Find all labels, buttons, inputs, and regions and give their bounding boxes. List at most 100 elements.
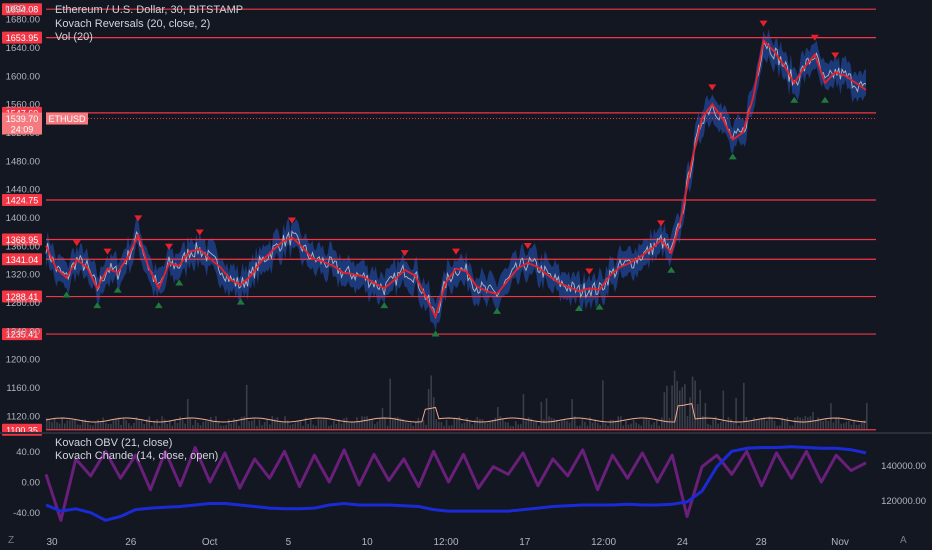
volume-bar — [356, 417, 358, 430]
volume-bar — [784, 420, 786, 430]
price-tick-label: 1560.00 — [6, 100, 40, 111]
volume-bar — [748, 420, 750, 430]
zoom-toggle[interactable]: Z — [8, 535, 14, 546]
price-tick-label: 1240.00 — [6, 326, 40, 337]
volume-bar — [666, 385, 668, 430]
volume-bar — [107, 423, 110, 430]
volume-bar — [525, 420, 527, 430]
volume-bar — [230, 423, 233, 430]
volume-bar — [730, 418, 732, 430]
volume-bar — [522, 394, 525, 430]
volume-bar — [617, 416, 620, 430]
volume-bar — [535, 422, 538, 430]
volume-bar — [832, 422, 835, 430]
price-tick-label: 1640.00 — [6, 43, 40, 54]
volume-bar — [166, 423, 169, 430]
volume-bar — [819, 420, 822, 430]
volume-bar — [243, 416, 245, 430]
volume-bar — [804, 416, 807, 430]
volume-bar — [427, 389, 430, 430]
volume-bar — [161, 416, 163, 430]
volume-bar — [558, 422, 561, 430]
volume-bar — [630, 423, 632, 430]
indicator-reversals-label[interactable]: Kovach Reversals (20, close, 2) — [55, 18, 210, 30]
volume-bar — [727, 416, 730, 430]
chart-canvas[interactable]: 1694.081653.951547.691424.751368.951341.… — [0, 0, 932, 550]
volume-bar — [637, 424, 640, 430]
auto-scale-toggle[interactable]: A — [900, 535, 907, 546]
volume-bar — [276, 417, 279, 430]
indicator-volume-label[interactable]: Vol (20) — [55, 31, 93, 43]
indicator-obv-label[interactable]: Kovach OBV (21, close) — [55, 437, 172, 449]
volume-bar — [786, 417, 789, 430]
volume-bar — [545, 398, 548, 430]
volume-bar — [684, 384, 686, 430]
volume-bar — [866, 402, 868, 430]
volume-bar — [809, 416, 812, 430]
volume-bar — [110, 424, 112, 430]
volume-bar — [712, 419, 714, 430]
volume-bar — [112, 420, 115, 430]
volume-bar — [763, 417, 766, 430]
volume-bar — [279, 422, 281, 430]
volume-bar — [212, 421, 215, 430]
time-tick-label: 10 — [362, 537, 374, 548]
volume-bar — [689, 397, 691, 430]
volume-bar — [604, 423, 607, 430]
volume-bar — [440, 422, 443, 430]
symbol-title[interactable]: Ethereum / U.S. Dollar, 30, BITSTAMP — [55, 4, 243, 16]
price-tick-label: 1680.00 — [6, 15, 40, 26]
volume-bar — [750, 420, 753, 430]
volume-bar — [835, 418, 837, 430]
volume-bar — [648, 419, 650, 430]
volume-bar — [66, 420, 69, 430]
volume-bar — [719, 421, 722, 430]
volume-bar — [335, 423, 338, 430]
volume-bar — [620, 416, 622, 430]
volume-bar — [430, 375, 432, 430]
volume-bar — [366, 416, 368, 430]
volume-bar — [768, 416, 771, 430]
volume-bar — [568, 422, 571, 430]
volume-bar — [350, 421, 353, 430]
volume-bar — [292, 424, 294, 430]
volume-bar — [133, 422, 135, 430]
price-tick-label: 1600.00 — [6, 71, 40, 82]
volume-bar — [140, 420, 143, 430]
volume-bar — [481, 419, 484, 430]
volume-bar — [128, 423, 130, 430]
volume-bar — [499, 416, 502, 430]
volume-bar — [104, 422, 107, 430]
volume-bar — [699, 389, 702, 430]
volume-bar — [758, 418, 760, 430]
volume-bar — [69, 420, 71, 430]
volume-bar — [397, 416, 399, 430]
volume-bar — [48, 420, 51, 430]
volume-bar — [169, 420, 171, 430]
volume-bar — [251, 420, 253, 430]
volume-bar — [827, 421, 830, 430]
volume-bar — [215, 416, 217, 430]
volume-bar — [63, 423, 66, 430]
volume-bar — [645, 417, 648, 430]
volume-bar — [625, 420, 627, 430]
volume-bar — [837, 417, 840, 430]
volume-bar — [409, 422, 412, 430]
volume-bar — [766, 420, 768, 430]
volume-bar — [484, 422, 486, 430]
volume-bar — [463, 422, 466, 430]
volume-bar — [266, 419, 268, 430]
volume-bar — [348, 423, 350, 430]
obv-tick-label: 120000.00 — [881, 496, 926, 507]
volume-bar — [281, 421, 284, 430]
volume-bar — [189, 418, 192, 430]
volume-bar — [148, 416, 151, 430]
volume-bar — [181, 419, 184, 430]
volume-bar — [74, 419, 76, 430]
time-tick-label: Oct — [202, 537, 218, 548]
volume-bar — [420, 421, 422, 430]
indicator-chande-label[interactable]: Kovach Chande (14, close, open) — [55, 450, 218, 462]
volume-bar — [174, 419, 176, 430]
volume-bar — [210, 417, 212, 430]
volume-bar — [543, 419, 545, 430]
